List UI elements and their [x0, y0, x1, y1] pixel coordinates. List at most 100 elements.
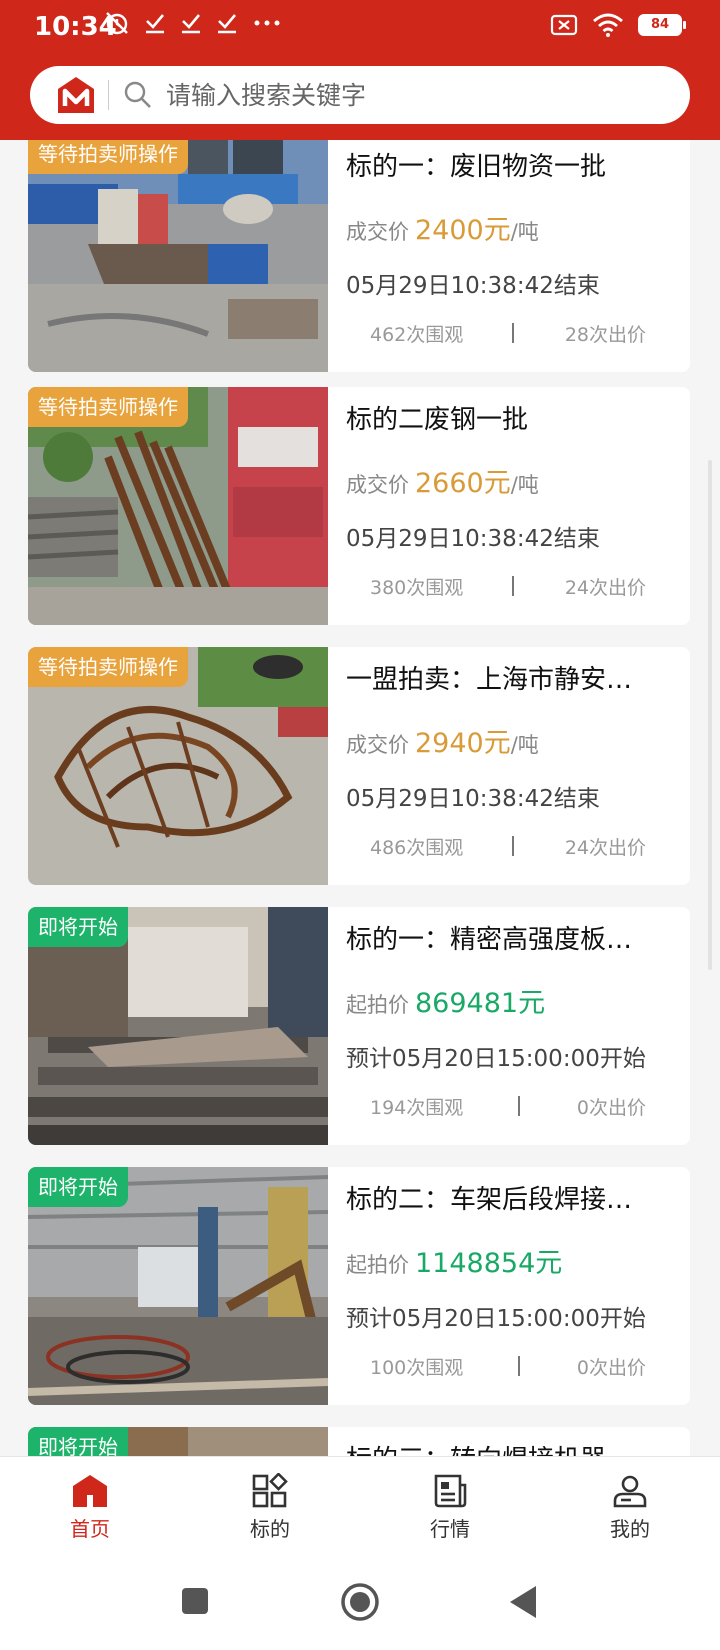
check-download-icon: [218, 14, 236, 34]
news-icon: [434, 1474, 467, 1508]
search-input[interactable]: [166, 76, 666, 114]
price-label: 起拍价: [346, 1253, 409, 1277]
status-tag: 等待拍卖师操作: [28, 387, 188, 427]
price-unit: /吨: [510, 220, 539, 244]
start-time: 预计05月20日15:00:00开始: [346, 1046, 646, 1072]
view-count: 462次围观: [370, 324, 464, 346]
stats-divider: [512, 836, 514, 856]
price-row: 成交价 2660元/吨: [346, 461, 676, 500]
price-value: 2940元: [415, 728, 511, 759]
card-thumbnail: 等待拍卖师操作: [28, 140, 328, 372]
home-icon: [73, 1475, 107, 1507]
price-row: 成交价 2400元/吨: [346, 208, 676, 247]
nav-mine-label: 我的: [610, 1517, 650, 1541]
price-row: 起拍价 1148854元: [346, 1241, 676, 1280]
price-label: 成交价: [346, 473, 409, 497]
status-system-icons: 84: [550, 12, 686, 38]
stats-row: 380次围观 24次出价: [346, 573, 676, 603]
search-divider: [108, 80, 109, 110]
price-value: 2660元: [415, 468, 511, 499]
app-header: 10:34 84: [0, 0, 720, 140]
sim-off-icon: [550, 14, 578, 36]
home-button[interactable]: [340, 1582, 380, 1622]
stats-row: 194次围观 0次出价: [346, 1093, 676, 1123]
system-nav-bar: [0, 1560, 720, 1650]
stats-row: 486次围观 24次出价: [346, 833, 676, 863]
card-info: 标的一：精密高强度板… 起拍价 869481元 预计05月20日15:00:00开…: [346, 907, 676, 1145]
bid-count: 0次出价: [576, 1357, 646, 1379]
end-time: 05月29日10:38:42结束: [346, 526, 600, 552]
card-title: 标的二废钢一批: [346, 405, 529, 435]
stats-divider: [518, 1356, 520, 1376]
status-tag: 即将开始: [28, 907, 128, 947]
card-info: 标的一：废旧物资一批 成交价 2400元/吨 05月29日10:38:42结束 4…: [346, 140, 676, 372]
price-unit: /吨: [510, 733, 539, 757]
auction-card[interactable]: 即将开始 标的一：精密高强度板… 起拍价 869481元 预计05月20日15:0…: [28, 907, 690, 1145]
price-value: 869481元: [415, 988, 546, 1019]
nav-home-label: 首页: [70, 1517, 110, 1541]
more-dots-icon: [254, 20, 280, 26]
check-download-icon: [146, 14, 164, 34]
card-info: 一盟拍卖：上海市静安… 成交价 2940元/吨 05月29日10:38:42结束 …: [346, 647, 676, 885]
status-tag: 等待拍卖师操作: [28, 140, 188, 174]
auction-card[interactable]: 即将开始 标的三：转向焊接机器…: [28, 1427, 690, 1456]
auction-card[interactable]: 即将开始 标的二：车架后段焊接… 起拍价 1148854元 预计05月20日15:…: [28, 1167, 690, 1405]
status-tag: 即将开始: [28, 1167, 128, 1207]
auction-card[interactable]: 等待拍卖师操作 一盟拍卖：上海市静安… 成交价 2940元/吨 05月29日10:…: [28, 647, 690, 885]
card-title: 标的二：车架后段焊接…: [346, 1185, 633, 1215]
nav-market-label: 行情: [430, 1517, 470, 1541]
card-info: 标的三：转向焊接机器…: [346, 1427, 676, 1456]
card-title: 标的一：废旧物资一批: [346, 152, 607, 182]
auction-card[interactable]: 等待拍卖师操作 标的一：废旧物资一批 成交价 2400元/吨 05月29日10:3…: [28, 140, 690, 372]
recents-button[interactable]: [180, 1586, 210, 1616]
view-count: 100次围观: [370, 1357, 464, 1379]
price-row: 成交价 2940元/吨: [346, 721, 676, 760]
auction-list[interactable]: 等待拍卖师操作 标的一：废旧物资一批 成交价 2400元/吨 05月29日10:3…: [0, 140, 720, 1456]
wifi-icon: [593, 13, 623, 37]
card-thumbnail: 即将开始: [28, 1167, 328, 1405]
view-count: 380次围观: [370, 577, 464, 599]
battery-level: 84: [640, 16, 680, 34]
battery-icon: 84: [638, 14, 686, 36]
nav-lots[interactable]: 标的: [220, 1473, 320, 1542]
card-title: 标的一：精密高强度板…: [346, 925, 633, 955]
stats-row: 100次围观 0次出价: [346, 1353, 676, 1383]
bid-count: 0次出价: [576, 1097, 646, 1119]
price-label: 起拍价: [346, 993, 409, 1017]
price-value: 1148854元: [415, 1248, 563, 1279]
search-icon: [124, 81, 151, 108]
search-bar[interactable]: [30, 66, 690, 124]
card-info: 标的二：车架后段焊接… 起拍价 1148854元 预计05月20日15:00:00…: [346, 1167, 676, 1405]
card-thumbnail: 即将开始: [28, 1427, 328, 1456]
nav-market[interactable]: 行情: [400, 1473, 500, 1542]
card-title: 一盟拍卖：上海市静安…: [346, 665, 633, 695]
back-button[interactable]: [508, 1584, 538, 1620]
card-thumbnail: 即将开始: [28, 907, 328, 1145]
status-notification-icons: [104, 10, 282, 36]
scrollbar[interactable]: [708, 460, 712, 970]
view-count: 486次围观: [370, 837, 464, 859]
price-row: 起拍价 869481元: [346, 981, 676, 1020]
stats-divider: [518, 1096, 520, 1116]
bottom-nav: 首页 标的 行情 我的: [0, 1456, 720, 1560]
stats-divider: [512, 576, 514, 596]
price-label: 成交价: [346, 733, 409, 757]
alarm-off-icon: [106, 12, 128, 35]
end-time: 05月29日10:38:42结束: [346, 273, 600, 299]
card-info: 标的二废钢一批 成交价 2660元/吨 05月29日10:38:42结束 380次…: [346, 387, 676, 625]
app-logo-icon: [58, 77, 94, 113]
bid-count: 28次出价: [564, 324, 646, 346]
card-thumbnail: 等待拍卖师操作: [28, 387, 328, 625]
end-time: 05月29日10:38:42结束: [346, 786, 600, 812]
status-bar: 10:34 84: [0, 0, 720, 54]
price-label: 成交价: [346, 220, 409, 244]
price-unit: /吨: [510, 473, 539, 497]
status-tag: 等待拍卖师操作: [28, 647, 188, 687]
nav-mine[interactable]: 我的: [580, 1473, 680, 1542]
bid-count: 24次出价: [564, 577, 646, 599]
price-value: 2400元: [415, 215, 511, 246]
auction-card[interactable]: 等待拍卖师操作 标的二废钢一批 成交价 2660元/吨 05月29日10:38:4…: [28, 387, 690, 625]
bid-count: 24次出价: [564, 837, 646, 859]
nav-home[interactable]: 首页: [40, 1473, 140, 1542]
status-tag: 即将开始: [28, 1427, 128, 1456]
